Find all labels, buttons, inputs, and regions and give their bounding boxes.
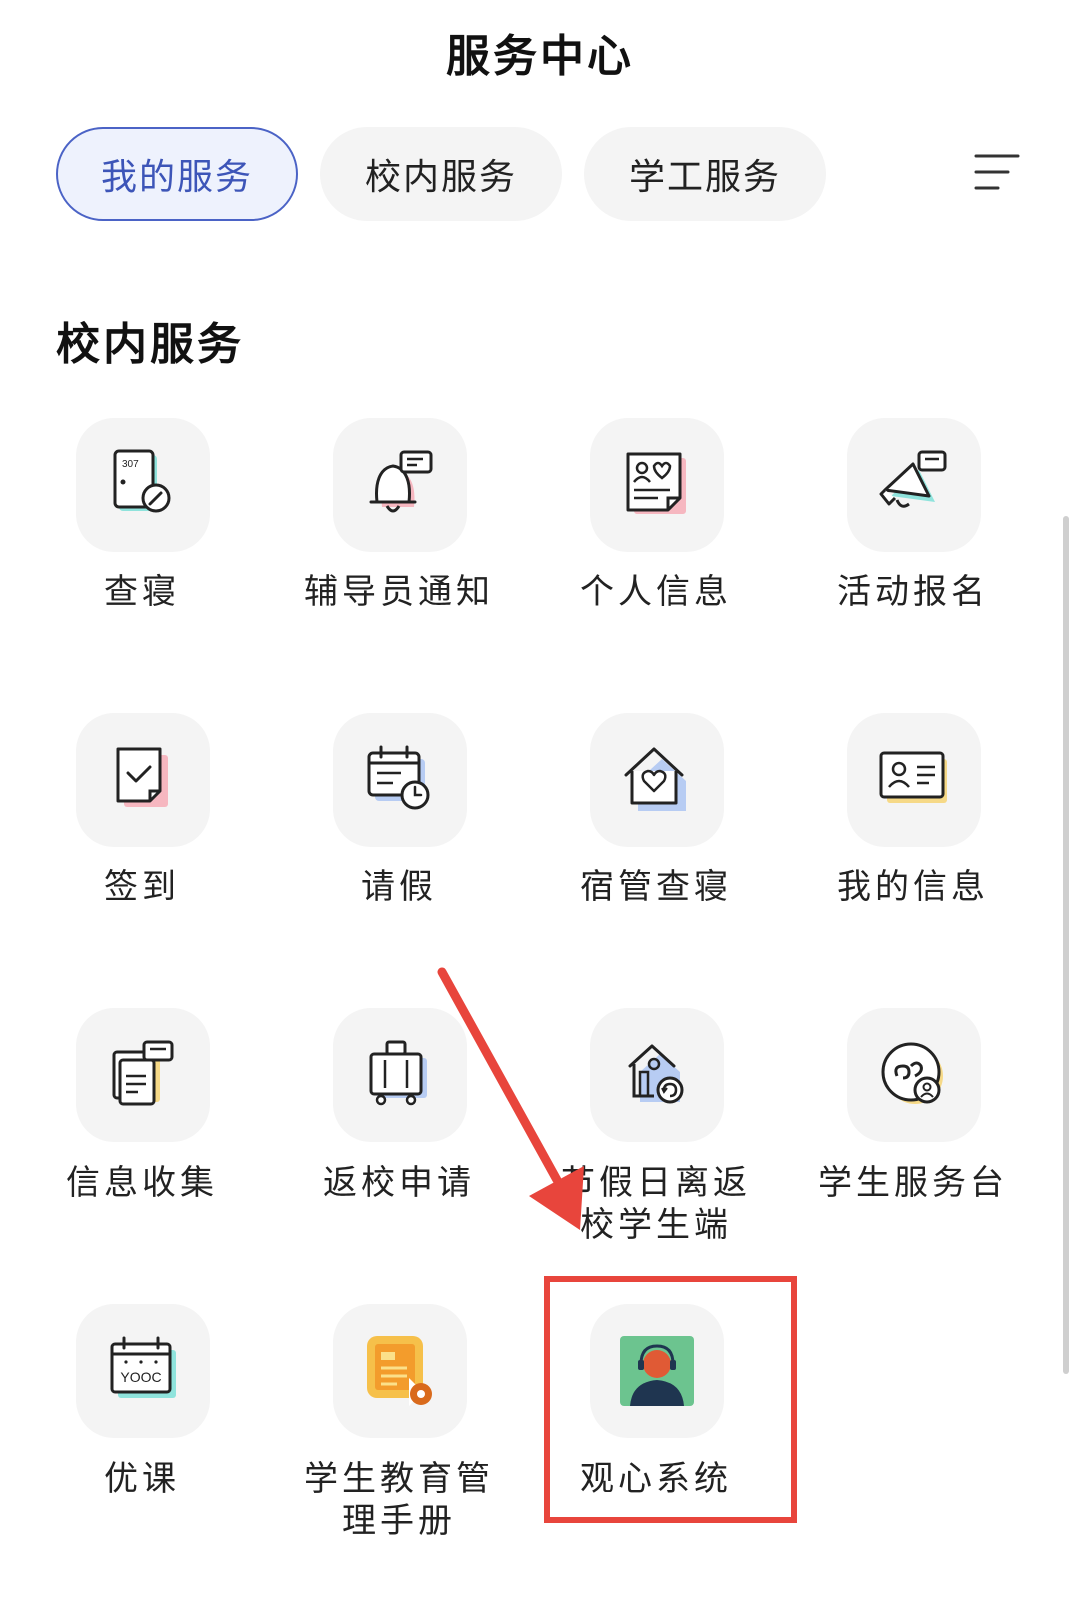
sign-in-tile[interactable] <box>76 713 210 847</box>
service-label: 返校申请 <box>323 1163 475 1203</box>
service-label: 请假 <box>361 867 437 907</box>
id-card-icon <box>879 751 947 803</box>
tab-campus-services[interactable]: 校内服务 <box>320 127 562 221</box>
yooc-calendar-icon: YOOC <box>110 1336 176 1398</box>
service-label: 查寝 <box>104 572 180 612</box>
service-label: 活动报名 <box>837 572 989 612</box>
service-label-line2: 理手册 <box>342 1501 456 1541</box>
menu-icon[interactable] <box>972 150 1022 198</box>
leave-request-tile[interactable] <box>333 713 467 847</box>
yooc-tile[interactable]: YOOC <box>76 1304 210 1438</box>
luggage-icon <box>369 1040 427 1106</box>
activity-signup-tile[interactable] <box>847 418 981 552</box>
page-title: 服务中心 <box>446 31 634 82</box>
house-heart-icon <box>624 747 686 811</box>
service-label: 学生服务台 <box>818 1163 1008 1203</box>
scrollbar[interactable] <box>1063 516 1069 1374</box>
service-label: 优课 <box>104 1459 180 1499</box>
profile-card-icon <box>626 452 686 514</box>
checkbox-sign-icon <box>116 747 168 807</box>
return-application-tile[interactable] <box>333 1008 467 1142</box>
headset-person-icon <box>620 1336 694 1406</box>
dorm-check-tile[interactable]: 307 <box>76 418 210 552</box>
dorm-manager-check-tile[interactable] <box>590 713 724 847</box>
calendar-clock-icon <box>367 745 430 810</box>
education-manual-tile[interactable] <box>333 1304 467 1438</box>
service-desk-icon <box>881 1042 943 1104</box>
service-label: 辅导员通知 <box>304 572 494 612</box>
service-label: 信息收集 <box>66 1163 218 1203</box>
guanxin-system-tile[interactable] <box>590 1304 724 1438</box>
service-label-line1: 节假日离返 <box>561 1163 751 1203</box>
personal-info-tile[interactable] <box>590 418 724 552</box>
documents-chat-icon <box>112 1040 174 1106</box>
tab-student-affairs[interactable]: 学工服务 <box>584 127 826 221</box>
service-label: 观心系统 <box>580 1459 732 1499</box>
door-check-icon: 307 <box>113 449 171 513</box>
service-label: 宿管查寝 <box>580 867 732 907</box>
student-service-desk-tile[interactable] <box>847 1008 981 1142</box>
service-label-line2: 校学生端 <box>580 1205 732 1245</box>
info-collection-tile[interactable] <box>76 1008 210 1142</box>
tab-my-services[interactable]: 我的服务 <box>56 127 298 221</box>
section-title: 校内服务 <box>56 319 244 370</box>
service-label: 我的信息 <box>837 867 989 907</box>
home-return-icon <box>628 1044 684 1104</box>
bell-message-icon <box>369 450 433 513</box>
manual-gear-icon <box>367 1336 432 1406</box>
my-info-tile[interactable] <box>847 713 981 847</box>
service-label: 个人信息 <box>580 572 732 612</box>
megaphone-icon <box>879 450 947 508</box>
holiday-leave-return-tile[interactable] <box>590 1008 724 1142</box>
yooc-icon-text: YOOC <box>120 1369 161 1385</box>
service-label: 签到 <box>104 867 180 907</box>
service-label-line1: 学生教育管 <box>304 1459 494 1499</box>
room-number-text: 307 <box>122 459 139 470</box>
counselor-notice-tile[interactable] <box>333 418 467 552</box>
